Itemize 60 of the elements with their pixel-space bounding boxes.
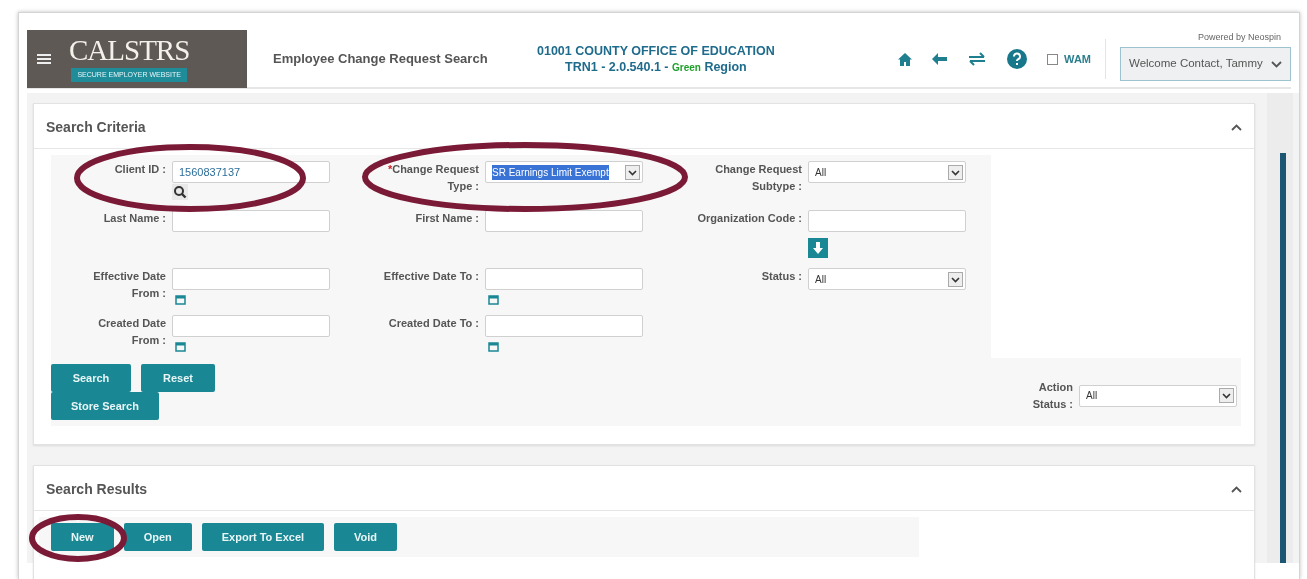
wam-checkbox[interactable] — [1047, 53, 1059, 65]
page-title: Employee Change Request Search — [273, 50, 489, 69]
input-field[interactable]: 1560837137 — [172, 161, 330, 183]
home-icon[interactable] — [898, 52, 913, 66]
input-field[interactable] — [172, 210, 330, 232]
action-button[interactable]: Store Search — [51, 392, 159, 421]
input-field[interactable] — [485, 315, 643, 337]
environment-label: TRN1 - 2.0.540.1 - Green Region — [564, 59, 748, 76]
user-menu[interactable]: Welcome Contact, Tammy — [1120, 47, 1291, 81]
chevron-up-icon[interactable] — [1231, 486, 1242, 494]
chevron-down-icon — [1270, 60, 1282, 68]
caret-icon — [1219, 388, 1234, 404]
action-button[interactable]: Open — [123, 523, 192, 552]
field-label: Status : — [760, 269, 802, 284]
calendar-icon[interactable] — [175, 294, 186, 305]
logo-title: CALSTRS — [69, 35, 190, 65]
select-field[interactable]: SR Earnings Limit Exempt — [485, 161, 643, 183]
action-button[interactable]: Void — [334, 523, 398, 552]
select-field[interactable]: All — [808, 161, 966, 183]
field-label: Change Request Subtype : — [714, 162, 802, 194]
action-button[interactable]: Search — [51, 364, 131, 393]
field-label: Created Date From : — [97, 316, 166, 348]
field-label: Created Date To : — [387, 316, 479, 331]
menu-icon[interactable] — [37, 53, 51, 65]
scrollbar-thumb[interactable] — [1280, 153, 1286, 563]
field-label: Effective Date From : — [92, 269, 166, 301]
powered-by-text: Powered by Neospin — [1197, 31, 1281, 45]
action-button[interactable]: Reset — [141, 364, 215, 393]
field-label: First Name : — [414, 211, 479, 226]
caret-icon — [948, 164, 963, 180]
action-button[interactable]: New — [51, 523, 114, 552]
input-field[interactable] — [485, 268, 643, 290]
caret-icon — [625, 164, 640, 180]
input-field[interactable] — [485, 210, 643, 232]
organization-name: 01001 COUNTY OFFICE OF EDUCATION — [537, 42, 775, 59]
calendar-icon[interactable] — [175, 341, 186, 352]
select-field[interactable]: All — [808, 268, 966, 290]
checkbox-label: WAM — [1064, 51, 1091, 67]
calendar-icon[interactable] — [488, 341, 499, 352]
help-icon[interactable] — [1007, 49, 1028, 69]
select-field[interactable]: All — [1079, 384, 1237, 407]
section-title: Search Criteria — [46, 118, 146, 137]
calendar-icon[interactable] — [488, 294, 499, 305]
field-label: Effective Date To : — [382, 269, 479, 284]
field-label: Organization Code : — [696, 211, 802, 226]
field-label: Last Name : — [102, 211, 166, 226]
caret-icon — [948, 271, 963, 287]
arrow-left-icon[interactable] — [932, 53, 948, 65]
download-button[interactable] — [808, 238, 828, 258]
input-field[interactable] — [172, 315, 330, 337]
field-label: Client ID : — [113, 162, 166, 177]
input-field[interactable] — [172, 268, 330, 290]
field-label: *Change Request Type : — [386, 162, 479, 194]
action-button[interactable]: Export To Excel — [201, 523, 325, 552]
chevron-up-icon[interactable] — [1231, 124, 1242, 131]
field-label: Action Status : — [1031, 380, 1073, 412]
search-icon[interactable] — [172, 184, 188, 200]
swap-arrows-icon[interactable] — [967, 52, 988, 66]
section-title: Search Results — [46, 480, 148, 500]
input-field[interactable] — [808, 210, 966, 232]
